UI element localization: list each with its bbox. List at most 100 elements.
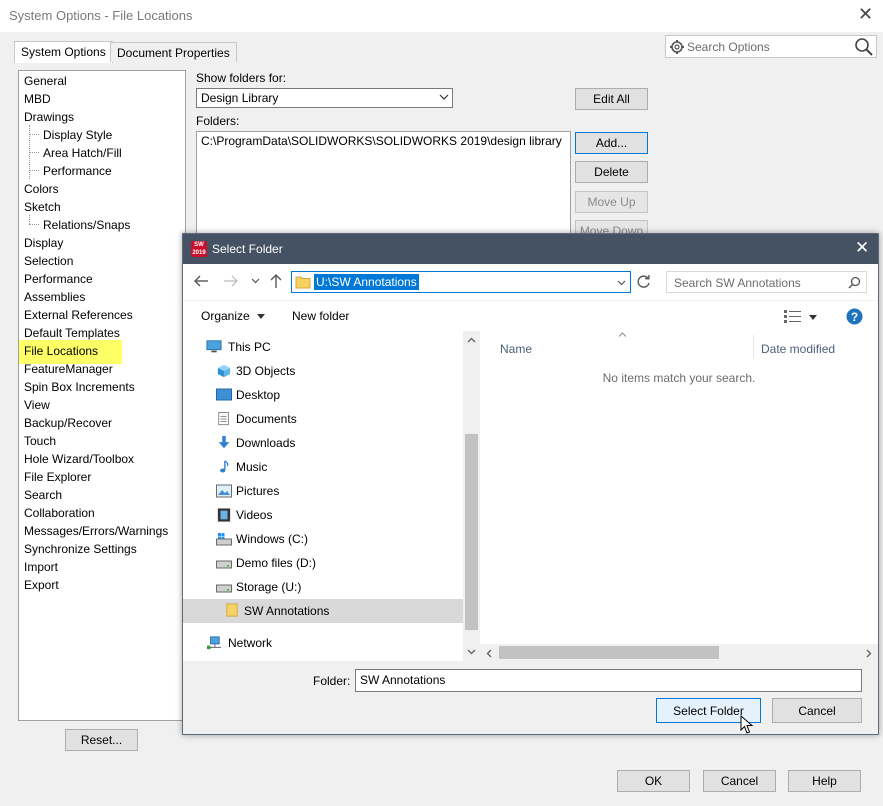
ok-button[interactable]: OK (617, 770, 690, 792)
column-header-name[interactable]: Name (500, 339, 755, 359)
address-text[interactable]: U:\SW Annotations (314, 274, 419, 290)
tree-item-colors[interactable]: Colors (24, 180, 59, 198)
caret-down-icon (257, 314, 266, 320)
videos-icon (217, 508, 231, 522)
nav-item-label: Network (228, 636, 273, 650)
nav-item-network[interactable]: Network (183, 631, 463, 655)
folder-icon (226, 603, 238, 617)
delete-button[interactable]: Delete (575, 161, 648, 183)
tree-item-import[interactable]: Import (24, 558, 58, 576)
refresh-icon[interactable] (636, 274, 652, 290)
file-list-scroll-thumb[interactable] (499, 646, 719, 659)
tree-item-selection[interactable]: Selection (24, 252, 73, 270)
nav-item-this-pc[interactable]: This PC (183, 335, 463, 359)
scroll-up-icon[interactable] (467, 337, 476, 343)
folder-name-field[interactable]: SW Annotations (355, 669, 862, 692)
nav-item-sw-annotations[interactable]: SW Annotations (183, 599, 463, 623)
nav-item-pictures[interactable]: Pictures (183, 479, 463, 503)
navigation-pane[interactable]: This PC 3D Objects Desktop Documents Dow… (183, 331, 480, 661)
nav-item-music[interactable]: Music (183, 455, 463, 479)
view-options-icon[interactable] (784, 310, 802, 323)
back-arrow-icon[interactable] (193, 274, 209, 288)
reset-button[interactable]: Reset... (65, 729, 138, 751)
tree-item-area-hatch-fill[interactable]: Area Hatch/Fill (43, 144, 122, 162)
tree-item-drawings[interactable]: Drawings (24, 108, 74, 126)
nav-item-documents[interactable]: Documents (183, 407, 463, 431)
cancel-button[interactable]: Cancel (703, 770, 776, 792)
tree-item-search[interactable]: Search (24, 486, 62, 504)
window-close-icon[interactable]: ✕ (858, 4, 873, 25)
tree-item-featuremanager[interactable]: FeatureManager (24, 360, 113, 378)
search-sw-annotations-box[interactable]: Search SW Annotations (666, 271, 867, 293)
nav-item-3d-objects[interactable]: 3D Objects (183, 359, 463, 383)
tree-item-touch[interactable]: Touch (24, 432, 56, 450)
search-options-box[interactable]: Search Options (665, 35, 877, 58)
dialog-cancel-button[interactable]: Cancel (772, 698, 862, 723)
show-folders-dropdown[interactable]: Design Library (196, 88, 453, 108)
tab-document-properties[interactable]: Document Properties (110, 42, 237, 62)
nav-pane-scrollbar[interactable] (463, 331, 480, 661)
tree-item-file-explorer[interactable]: File Explorer (24, 468, 91, 486)
tree-item-relations-snaps[interactable]: Relations/Snaps (43, 216, 130, 234)
scroll-left-icon[interactable] (486, 649, 492, 658)
search-placeholder: Search SW Annotations (674, 276, 801, 290)
download-icon (218, 436, 230, 449)
tree-item-messages-errors-warnings[interactable]: Messages/Errors/Warnings (24, 522, 168, 540)
file-list-pane[interactable]: Name Date modified No items match your s… (480, 331, 878, 661)
scroll-down-icon[interactable] (467, 649, 476, 655)
nav-item-videos[interactable]: Videos (183, 503, 463, 527)
tree-item-assemblies[interactable]: Assemblies (24, 288, 85, 306)
nav-item-desktop[interactable]: Desktop (183, 383, 463, 407)
up-arrow-icon[interactable] (269, 273, 283, 289)
drive-icon (216, 560, 232, 569)
desktop-icon (216, 388, 232, 401)
recent-locations-chevron-icon[interactable] (251, 278, 260, 284)
folders-list[interactable]: C:\ProgramData\SOLIDWORKS\SOLIDWORKS 201… (196, 131, 571, 241)
tree-item-sketch[interactable]: Sketch (24, 198, 61, 216)
tree-item-view[interactable]: View (24, 396, 50, 414)
document-icon (218, 412, 229, 426)
tree-item-external-references[interactable]: External References (24, 306, 133, 324)
search-icon[interactable] (848, 276, 861, 289)
nav-item-windows-c[interactable]: Windows (C:) (183, 527, 463, 551)
show-folders-value: Design Library (201, 91, 279, 105)
search-icon[interactable] (854, 37, 874, 57)
help-button[interactable]: Help (788, 770, 861, 792)
address-dropdown-chevron-icon[interactable] (617, 280, 626, 286)
tree-item-synchronize-settings[interactable]: Synchronize Settings (24, 540, 137, 558)
tree-item-display[interactable]: Display (24, 234, 63, 252)
nav-item-storage-u[interactable]: Storage (U:) (183, 575, 463, 599)
tree-item-display-style[interactable]: Display Style (43, 126, 112, 144)
window-titlebar: System Options - File Locations ✕ (0, 0, 883, 32)
tree-item-export[interactable]: Export (24, 576, 59, 594)
nav-item-label: Pictures (236, 484, 280, 498)
tree-item-spin-box-increments[interactable]: Spin Box Increments (24, 378, 135, 396)
scroll-right-icon[interactable] (866, 649, 872, 658)
tree-item-backup-recover[interactable]: Backup/Recover (24, 414, 112, 432)
add-button[interactable]: Add... (575, 132, 648, 154)
tab-system-options[interactable]: System Options (14, 41, 113, 63)
address-bar[interactable]: U:\SW Annotations (291, 271, 631, 293)
organize-menu[interactable]: Organize (201, 309, 266, 323)
move-up-button[interactable]: Move Up (575, 191, 648, 213)
new-folder-button[interactable]: New folder (292, 309, 349, 323)
tree-item-collaboration[interactable]: Collaboration (24, 504, 95, 522)
folder-path[interactable]: C:\ProgramData\SOLIDWORKS\SOLIDWORKS 201… (201, 134, 566, 148)
help-icon[interactable]: ? (846, 308, 863, 325)
dialog-titlebar: SW 2019 Select Folder ✕ (183, 234, 878, 264)
tree-item-general[interactable]: General (24, 72, 67, 90)
nav-item-demo-files-d[interactable]: Demo files (D:) (183, 551, 463, 575)
dialog-close-icon[interactable]: ✕ (855, 238, 869, 258)
nav-item-downloads[interactable]: Downloads (183, 431, 463, 455)
nav-item-label: Music (236, 460, 268, 474)
edit-all-button[interactable]: Edit All (575, 88, 648, 110)
file-list-hscrollbar[interactable] (480, 644, 878, 661)
tree-item-hole-wizard-toolbox[interactable]: Hole Wizard/Toolbox (24, 450, 134, 468)
nav-pane-scroll-thumb[interactable] (465, 434, 478, 630)
tree-item-drawings-performance[interactable]: Performance (43, 162, 112, 180)
view-options-caret-icon[interactable] (809, 315, 817, 320)
forward-arrow-icon[interactable] (223, 274, 239, 288)
tree-item-mbd[interactable]: MBD (24, 90, 51, 108)
tree-item-performance[interactable]: Performance (24, 270, 93, 288)
column-header-date-modified[interactable]: Date modified (761, 339, 835, 359)
